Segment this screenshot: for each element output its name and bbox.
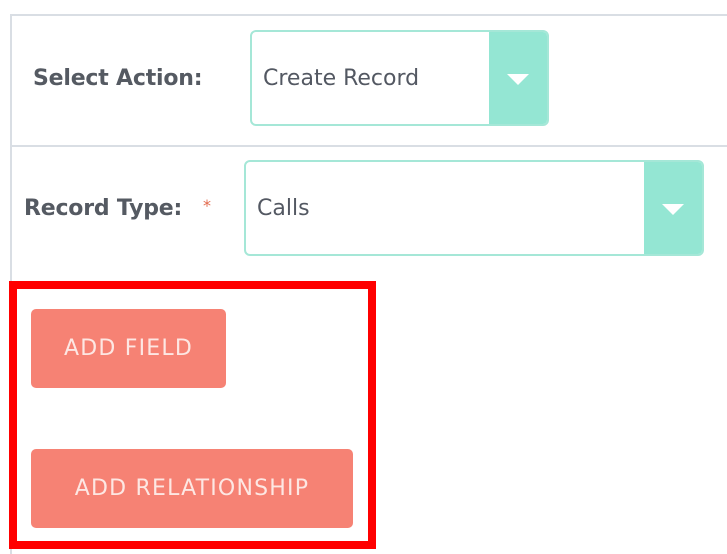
select-action-caret[interactable] xyxy=(489,32,547,124)
section-divider xyxy=(12,145,727,147)
select-action-value: Create Record xyxy=(263,65,420,91)
record-type-label: Record Type: xyxy=(24,196,183,221)
record-type-value: Calls xyxy=(257,195,310,221)
chevron-down-icon xyxy=(662,203,684,215)
select-action-dropdown[interactable]: Create Record xyxy=(250,30,549,126)
add-relationship-button[interactable]: ADD RELATIONSHIP xyxy=(31,449,353,528)
record-type-caret[interactable] xyxy=(644,162,702,254)
add-field-button[interactable]: ADD FIELD xyxy=(31,309,226,388)
required-marker: * xyxy=(203,196,211,215)
record-type-dropdown[interactable]: Calls xyxy=(244,160,704,256)
chevron-down-icon xyxy=(507,73,529,85)
select-action-label: Select Action: xyxy=(33,66,203,91)
